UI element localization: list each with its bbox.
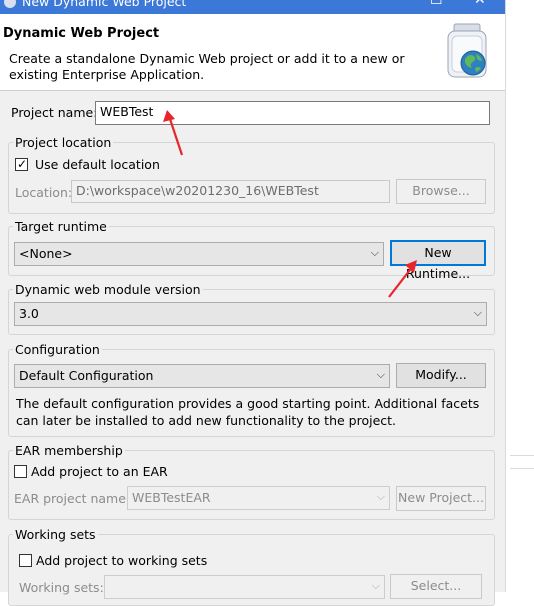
annotation-arrow-icon bbox=[163, 110, 184, 156]
wizard-title: Dynamic Web Project bbox=[3, 26, 160, 41]
configuration-group-label: Configuration bbox=[13, 342, 102, 357]
chevron-down-icon: ⌵ bbox=[376, 368, 385, 381]
configuration-select[interactable]: Default Configuration ⌵ bbox=[14, 364, 390, 388]
use-default-location-checkbox[interactable]: ✓ bbox=[15, 157, 28, 171]
working-sets-select[interactable]: ⌵ bbox=[104, 575, 385, 599]
project-name-input[interactable]: WEBTest bbox=[95, 101, 490, 125]
window-title: New Dynamic Web Project bbox=[22, 0, 187, 9]
ear-project-name-value: WEBTestEAR bbox=[132, 490, 211, 505]
annotation-arrow-icon bbox=[388, 260, 417, 298]
project-location-group-label: Project location bbox=[13, 135, 114, 150]
eclipse-app-icon bbox=[4, 0, 16, 8]
background-divider bbox=[510, 468, 534, 469]
new-ear-project-button[interactable]: New Project... bbox=[396, 486, 486, 511]
use-default-location-label[interactable]: Use default location bbox=[35, 157, 160, 172]
web-project-jar-icon bbox=[447, 23, 487, 78]
add-to-working-sets-label[interactable]: Add project to working sets bbox=[36, 553, 207, 568]
minimize-icon[interactable]: ─ bbox=[395, 0, 403, 8]
location-input[interactable]: D:\workspace\w20201230_16\WEBTest bbox=[71, 180, 390, 203]
module-version-value: 3.0 bbox=[19, 306, 39, 321]
add-to-ear-checkbox[interactable] bbox=[14, 465, 27, 478]
background-window-edge bbox=[505, 0, 534, 592]
configuration-value: Default Configuration bbox=[19, 368, 154, 383]
chevron-down-icon: ⌵ bbox=[370, 246, 379, 259]
target-runtime-value: <None> bbox=[19, 246, 73, 261]
chevron-down-icon: ⌵ bbox=[376, 490, 385, 503]
target-runtime-group-label: Target runtime bbox=[13, 219, 109, 234]
chevron-down-icon: ⌵ bbox=[371, 579, 380, 592]
window-title-bar[interactable]: New Dynamic Web Project ─ ☐ ✕ bbox=[0, 0, 505, 14]
modify-button[interactable]: Modify... bbox=[396, 363, 486, 388]
ear-project-name-label: EAR project name: bbox=[14, 491, 131, 506]
working-sets-label: Working sets: bbox=[19, 580, 104, 595]
module-version-select[interactable]: 3.0 ⌵ bbox=[14, 302, 487, 326]
close-icon[interactable]: ✕ bbox=[474, 0, 486, 8]
wizard-banner: Dynamic Web Project Create a standalone … bbox=[0, 14, 505, 91]
chevron-down-icon: ⌵ bbox=[473, 306, 482, 319]
add-to-working-sets-checkbox[interactable] bbox=[19, 554, 32, 567]
ear-project-name-select[interactable]: WEBTestEAR ⌵ bbox=[127, 486, 390, 510]
module-version-group-label: Dynamic web module version bbox=[13, 282, 203, 297]
ear-membership-group-label: EAR membership bbox=[13, 443, 125, 458]
working-sets-group-label: Working sets bbox=[13, 527, 98, 542]
select-working-sets-button[interactable]: Select... bbox=[390, 574, 482, 599]
background-divider bbox=[510, 455, 534, 456]
checkmark-icon: ✓ bbox=[17, 157, 28, 171]
project-name-label: Project name: bbox=[11, 105, 98, 120]
wizard-description: Create a standalone Dynamic Web project … bbox=[9, 51, 405, 82]
browse-button[interactable]: Browse... bbox=[396, 179, 486, 204]
configuration-description: The default configuration provides a goo… bbox=[16, 396, 480, 428]
maximize-icon[interactable]: ☐ bbox=[430, 0, 443, 8]
target-runtime-select[interactable]: <None> ⌵ bbox=[14, 242, 384, 266]
location-label: Location: bbox=[15, 185, 73, 200]
add-to-ear-label[interactable]: Add project to an EAR bbox=[31, 464, 168, 479]
